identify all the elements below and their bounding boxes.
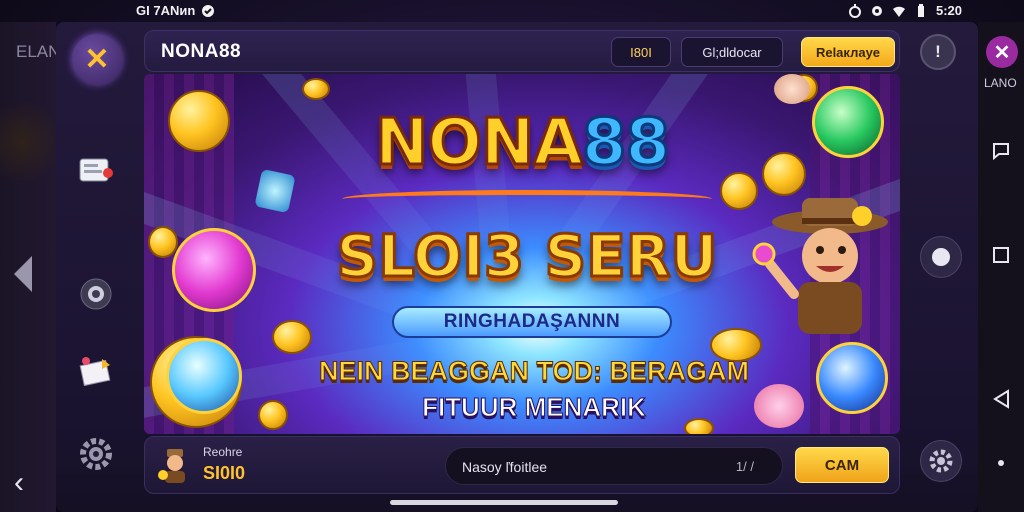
banner-line-2: FITUUR MENARIK [422,392,647,423]
status-right: 5:20 [848,3,962,18]
background-app-preview [0,92,56,192]
search-value: Nasoy ľfoitlee [462,459,548,475]
balance-value: SI0I0 [203,463,246,483]
app-switch-logo-icon[interactable]: ✕ [986,36,1018,68]
wifi-icon [892,6,905,17]
outer-left-panel: ELAN ‹ [0,22,60,512]
ticket-icon[interactable] [76,150,116,190]
status-left-text: GI 7ANиn [136,3,196,18]
brand-title: NONA88 [161,41,242,62]
back-arrow-icon[interactable]: ‹ [14,468,24,498]
submit-button[interactable]: CAM [795,447,889,483]
settings-icon[interactable] [920,440,962,482]
settings-small-icon [871,5,882,16]
banner-title: NONA88 [322,105,722,182]
blue-gem-icon [166,338,242,414]
diamond-icon [254,168,296,214]
battery-icon [917,3,924,17]
app-window: ✕ NONA88 I80I Gl;dldocar Relaклаye ! NON… [56,22,978,512]
gold-coin-icon [258,400,288,430]
avatar[interactable] [153,443,197,487]
banner-line-1: NEIN BEAGGAN TOD: BERAGAM [318,356,749,387]
title-swoosh [342,190,712,208]
outer-left-label: ELAN [16,42,61,61]
promo-banner[interactable]: NONA88 SLOI3 SERU RINGHADAŞANNN NEIN BEA… [144,74,900,434]
coin-button[interactable]: I80I [611,37,671,67]
top-bar: NONA88 I80I Gl;dldocar Relaклаye [144,30,900,72]
pink-gem-coin-icon [172,228,256,312]
banner-tagline: RINGHADAŞANNN [392,306,672,338]
banner-title-part1: NONA [373,105,584,182]
home-indicator[interactable] [390,500,618,505]
banner-subtitle: SLOI3 SERU [335,221,719,292]
recent-icon[interactable] [990,140,1012,162]
gold-coin-icon [148,226,178,258]
record-icon[interactable] [920,236,962,278]
left-rail: ✕ [56,22,142,512]
screen: GI 7ANиn 5:20 ELAN ‹ ✕ NONA88 I80I Gl;dl… [0,0,1024,512]
search-suffix: 1/ / [735,459,754,474]
balance-label: Reohre [203,445,243,459]
status-left: GI 7ANиn [136,3,215,18]
triangle-back-icon[interactable] [990,388,1012,410]
gear-icon[interactable] [76,434,116,474]
mascot-character-icon [752,198,888,334]
guide-button[interactable]: Gl;dldocar [681,37,783,67]
bottom-bar: Reohre SI0I0 Nasoy ľfoitlee 1/ / CAM [144,436,900,494]
outer-right-panel: ✕ LANO [978,22,1024,512]
status-time: 5:20 [935,3,962,18]
square-icon[interactable] [990,244,1012,266]
green-gem-coin-icon [812,86,884,158]
pink-chip-icon [754,384,804,428]
search-input[interactable]: Nasoy ľfoitlee 1/ / [445,447,783,485]
info-icon[interactable]: ! [920,34,956,70]
previous-panel-icon[interactable] [14,256,32,292]
gold-coin-icon [302,78,330,100]
app-switch-label: LANO [984,76,1017,90]
blue-gem-coin-icon [816,342,888,414]
gold-coin-icon [762,152,806,196]
gold-coin-icon [272,320,312,354]
chip-icon [774,74,810,104]
alarm-icon [848,3,861,18]
primary-cta-button[interactable]: Relaклаye [801,37,895,67]
gold-star-coin-icon [168,90,230,152]
notification-icon [202,4,215,17]
banner-title-part2: 88 [580,105,671,182]
gift-icon[interactable] [76,350,116,390]
camera-icon[interactable] [76,274,116,314]
lightning-icon[interactable]: ✕ [72,34,122,84]
status-bar: GI 7ANиn 5:20 [0,0,1024,22]
dot-icon[interactable] [990,452,1012,474]
